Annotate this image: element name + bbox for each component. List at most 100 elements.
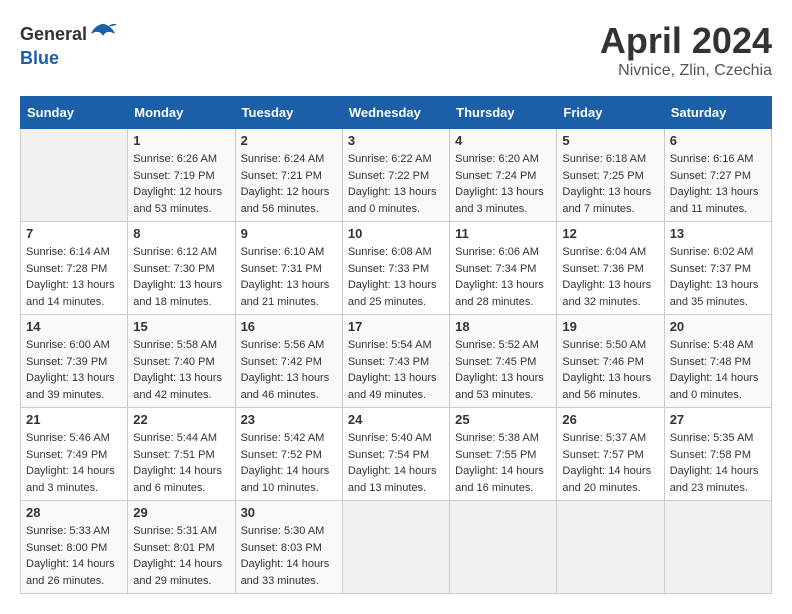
day-number: 5 xyxy=(562,133,658,148)
column-header-friday: Friday xyxy=(557,97,664,129)
week-row-4: 21 Sunrise: 5:46 AM Sunset: 7:49 PM Dayli… xyxy=(21,408,772,501)
calendar-cell xyxy=(342,501,449,594)
column-header-saturday: Saturday xyxy=(664,97,771,129)
title-area: April 2024 Nivnice, Zlin, Czechia xyxy=(600,20,772,80)
calendar-cell: 21 Sunrise: 5:46 AM Sunset: 7:49 PM Dayli… xyxy=(21,408,128,501)
day-info: Sunrise: 5:38 AM Sunset: 7:55 PM Dayligh… xyxy=(455,430,551,496)
day-number: 23 xyxy=(241,412,337,427)
column-header-monday: Monday xyxy=(128,97,235,129)
day-info: Sunrise: 6:06 AM Sunset: 7:34 PM Dayligh… xyxy=(455,244,551,310)
calendar-cell: 26 Sunrise: 5:37 AM Sunset: 7:57 PM Dayli… xyxy=(557,408,664,501)
day-number: 4 xyxy=(455,133,551,148)
month-title: April 2024 xyxy=(600,20,772,62)
day-number: 7 xyxy=(26,226,122,241)
day-number: 18 xyxy=(455,319,551,334)
calendar-cell: 8 Sunrise: 6:12 AM Sunset: 7:30 PM Daylig… xyxy=(128,222,235,315)
calendar-cell: 30 Sunrise: 5:30 AM Sunset: 8:03 PM Dayli… xyxy=(235,501,342,594)
calendar-cell: 20 Sunrise: 5:48 AM Sunset: 7:48 PM Dayli… xyxy=(664,315,771,408)
day-number: 10 xyxy=(348,226,444,241)
day-info: Sunrise: 5:46 AM Sunset: 7:49 PM Dayligh… xyxy=(26,430,122,496)
calendar-cell: 17 Sunrise: 5:54 AM Sunset: 7:43 PM Dayli… xyxy=(342,315,449,408)
calendar-cell: 13 Sunrise: 6:02 AM Sunset: 7:37 PM Dayli… xyxy=(664,222,771,315)
logo-bird-icon xyxy=(89,20,117,48)
calendar-cell: 25 Sunrise: 5:38 AM Sunset: 7:55 PM Dayli… xyxy=(450,408,557,501)
day-number: 15 xyxy=(133,319,229,334)
day-info: Sunrise: 5:31 AM Sunset: 8:01 PM Dayligh… xyxy=(133,523,229,589)
calendar-cell: 5 Sunrise: 6:18 AM Sunset: 7:25 PM Daylig… xyxy=(557,129,664,222)
calendar-cell: 14 Sunrise: 6:00 AM Sunset: 7:39 PM Dayli… xyxy=(21,315,128,408)
header-row: SundayMondayTuesdayWednesdayThursdayFrid… xyxy=(21,97,772,129)
column-header-tuesday: Tuesday xyxy=(235,97,342,129)
day-info: Sunrise: 6:22 AM Sunset: 7:22 PM Dayligh… xyxy=(348,151,444,217)
calendar-cell: 9 Sunrise: 6:10 AM Sunset: 7:31 PM Daylig… xyxy=(235,222,342,315)
day-number: 11 xyxy=(455,226,551,241)
day-number: 29 xyxy=(133,505,229,520)
day-number: 8 xyxy=(133,226,229,241)
day-info: Sunrise: 5:40 AM Sunset: 7:54 PM Dayligh… xyxy=(348,430,444,496)
day-info: Sunrise: 5:44 AM Sunset: 7:51 PM Dayligh… xyxy=(133,430,229,496)
day-info: Sunrise: 6:10 AM Sunset: 7:31 PM Dayligh… xyxy=(241,244,337,310)
day-number: 24 xyxy=(348,412,444,427)
calendar-cell: 15 Sunrise: 5:58 AM Sunset: 7:40 PM Dayli… xyxy=(128,315,235,408)
column-header-thursday: Thursday xyxy=(450,97,557,129)
logo-blue-text: Blue xyxy=(20,48,59,68)
day-info: Sunrise: 6:20 AM Sunset: 7:24 PM Dayligh… xyxy=(455,151,551,217)
day-number: 20 xyxy=(670,319,766,334)
column-header-wednesday: Wednesday xyxy=(342,97,449,129)
day-info: Sunrise: 5:42 AM Sunset: 7:52 PM Dayligh… xyxy=(241,430,337,496)
calendar-cell: 23 Sunrise: 5:42 AM Sunset: 7:52 PM Dayli… xyxy=(235,408,342,501)
calendar-cell: 24 Sunrise: 5:40 AM Sunset: 7:54 PM Dayli… xyxy=(342,408,449,501)
day-info: Sunrise: 6:12 AM Sunset: 7:30 PM Dayligh… xyxy=(133,244,229,310)
day-info: Sunrise: 6:18 AM Sunset: 7:25 PM Dayligh… xyxy=(562,151,658,217)
calendar-cell xyxy=(664,501,771,594)
calendar-cell: 1Sunrise: 6:26 AM Sunset: 7:19 PM Daylig… xyxy=(128,129,235,222)
week-row-2: 7Sunrise: 6:14 AM Sunset: 7:28 PM Daylig… xyxy=(21,222,772,315)
header: General Blue April 2024 Nivnice, Zlin, C… xyxy=(20,20,772,80)
day-number: 13 xyxy=(670,226,766,241)
day-info: Sunrise: 5:50 AM Sunset: 7:46 PM Dayligh… xyxy=(562,337,658,403)
day-number: 1 xyxy=(133,133,229,148)
day-number: 28 xyxy=(26,505,122,520)
day-info: Sunrise: 5:35 AM Sunset: 7:58 PM Dayligh… xyxy=(670,430,766,496)
day-info: Sunrise: 6:02 AM Sunset: 7:37 PM Dayligh… xyxy=(670,244,766,310)
day-number: 14 xyxy=(26,319,122,334)
day-number: 16 xyxy=(241,319,337,334)
calendar-cell xyxy=(557,501,664,594)
day-number: 9 xyxy=(241,226,337,241)
day-number: 27 xyxy=(670,412,766,427)
calendar-cell: 7Sunrise: 6:14 AM Sunset: 7:28 PM Daylig… xyxy=(21,222,128,315)
day-info: Sunrise: 5:30 AM Sunset: 8:03 PM Dayligh… xyxy=(241,523,337,589)
day-info: Sunrise: 6:00 AM Sunset: 7:39 PM Dayligh… xyxy=(26,337,122,403)
calendar-cell: 29 Sunrise: 5:31 AM Sunset: 8:01 PM Dayli… xyxy=(128,501,235,594)
calendar-cell xyxy=(21,129,128,222)
calendar-cell: 16Sunrise: 5:56 AM Sunset: 7:42 PM Dayli… xyxy=(235,315,342,408)
day-number: 2 xyxy=(241,133,337,148)
calendar-cell: 22Sunrise: 5:44 AM Sunset: 7:51 PM Dayli… xyxy=(128,408,235,501)
day-number: 26 xyxy=(562,412,658,427)
day-number: 25 xyxy=(455,412,551,427)
day-number: 3 xyxy=(348,133,444,148)
day-info: Sunrise: 5:54 AM Sunset: 7:43 PM Dayligh… xyxy=(348,337,444,403)
calendar-table: SundayMondayTuesdayWednesdayThursdayFrid… xyxy=(20,96,772,594)
day-number: 17 xyxy=(348,319,444,334)
logo-general-text: General xyxy=(20,24,87,45)
day-number: 21 xyxy=(26,412,122,427)
week-row-3: 14 Sunrise: 6:00 AM Sunset: 7:39 PM Dayli… xyxy=(21,315,772,408)
calendar-cell: 3 Sunrise: 6:22 AM Sunset: 7:22 PM Daylig… xyxy=(342,129,449,222)
calendar-cell: 12Sunrise: 6:04 AM Sunset: 7:36 PM Dayli… xyxy=(557,222,664,315)
calendar-cell xyxy=(450,501,557,594)
calendar-cell: 19Sunrise: 5:50 AM Sunset: 7:46 PM Dayli… xyxy=(557,315,664,408)
day-info: Sunrise: 6:24 AM Sunset: 7:21 PM Dayligh… xyxy=(241,151,337,217)
day-info: Sunrise: 6:16 AM Sunset: 7:27 PM Dayligh… xyxy=(670,151,766,217)
day-number: 30 xyxy=(241,505,337,520)
day-info: Sunrise: 6:04 AM Sunset: 7:36 PM Dayligh… xyxy=(562,244,658,310)
day-info: Sunrise: 5:48 AM Sunset: 7:48 PM Dayligh… xyxy=(670,337,766,403)
calendar-cell: 10 Sunrise: 6:08 AM Sunset: 7:33 PM Dayli… xyxy=(342,222,449,315)
calendar-cell: 27 Sunrise: 5:35 AM Sunset: 7:58 PM Dayli… xyxy=(664,408,771,501)
day-info: Sunrise: 5:37 AM Sunset: 7:57 PM Dayligh… xyxy=(562,430,658,496)
calendar-cell: 6Sunrise: 6:16 AM Sunset: 7:27 PM Daylig… xyxy=(664,129,771,222)
logo: General Blue xyxy=(20,20,117,69)
day-info: Sunrise: 6:08 AM Sunset: 7:33 PM Dayligh… xyxy=(348,244,444,310)
week-row-5: 28Sunrise: 5:33 AM Sunset: 8:00 PM Dayli… xyxy=(21,501,772,594)
day-info: Sunrise: 5:58 AM Sunset: 7:40 PM Dayligh… xyxy=(133,337,229,403)
